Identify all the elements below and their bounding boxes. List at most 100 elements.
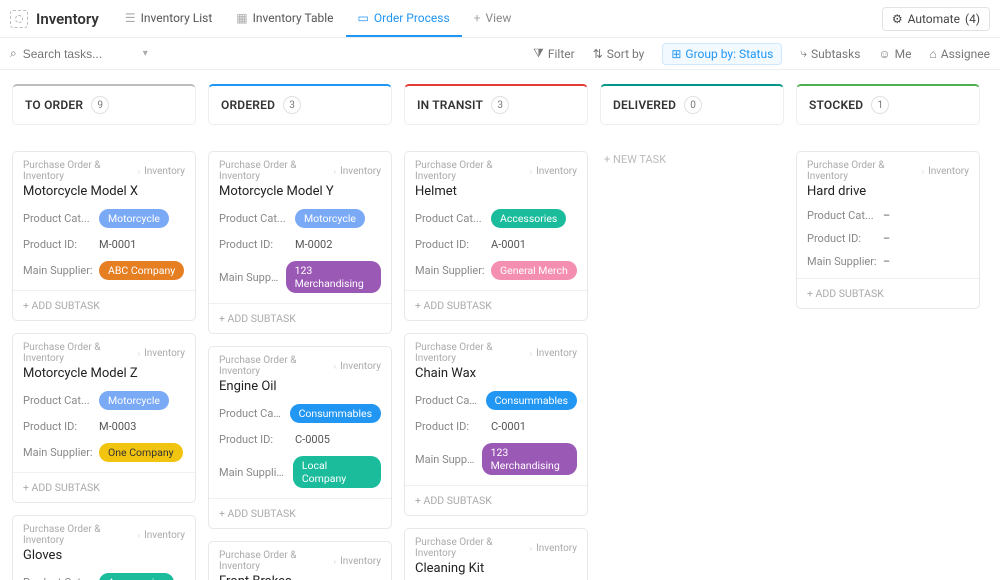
add-subtask-button[interactable]: + ADD SUBTASK — [405, 485, 587, 515]
supplier-tag[interactable]: ABC Company — [99, 261, 184, 280]
field-value: – — [883, 232, 890, 245]
add-subtask-button[interactable]: + ADD SUBTASK — [797, 278, 979, 308]
task-card[interactable]: Purchase Order & Inventory›Inventory Glov… — [12, 515, 196, 580]
breadcrumb: Purchase Order & Inventory›Inventory — [23, 524, 185, 546]
breadcrumb: Purchase Order & Inventory›Inventory — [415, 160, 577, 182]
new-task-button[interactable]: + NEW TASK — [600, 147, 784, 172]
supplier-tag[interactable]: General Merch — [491, 261, 577, 280]
card-title: Hard drive — [807, 184, 969, 199]
filter-icon: ⧩ — [533, 46, 544, 61]
supplier-tag[interactable]: 123 Merchandising — [286, 261, 381, 293]
field-label: Main Supplier: — [23, 264, 93, 277]
task-card[interactable]: Purchase Order & Inventory›Inventory Hard… — [796, 151, 980, 309]
search-input[interactable] — [23, 47, 133, 61]
supplier-tag[interactable]: One Company — [99, 443, 183, 462]
card-title: Motorcycle Model X — [23, 184, 185, 199]
groupby-label: Group by: Status — [685, 47, 773, 61]
breadcrumb: Purchase Order & Inventory›Inventory — [415, 342, 577, 364]
field-label: Main Supplier: — [415, 453, 476, 466]
field-value: – — [883, 209, 890, 222]
category-tag[interactable]: Motorcycle — [99, 391, 169, 410]
groupby-button[interactable]: ⊞ Group by: Status — [662, 43, 782, 65]
field-label: Product Cat... — [23, 394, 93, 407]
field-label: Product Cat... — [415, 212, 485, 225]
add-subtask-button[interactable]: + ADD SUBTASK — [209, 303, 391, 333]
column-header[interactable]: ORDERED3 — [208, 84, 392, 125]
card-title: Helmet — [415, 184, 577, 199]
breadcrumb: Purchase Order & Inventory›Inventory — [219, 160, 381, 182]
task-card[interactable]: Purchase Order & Inventory›InventoryClea… — [404, 528, 588, 580]
field-label: Product ID: — [415, 238, 485, 251]
person-icon: ☺ — [878, 47, 890, 61]
task-card[interactable]: Purchase Order & Inventory›InventoryChai… — [404, 333, 588, 516]
task-card[interactable]: Purchase Order & Inventory›Inventory Helm… — [404, 151, 588, 321]
add-view-button[interactable]: + View — [462, 1, 524, 37]
column-header[interactable]: STOCKED 1 — [796, 84, 980, 125]
task-card[interactable]: Purchase Order & Inventory›InventoryFron… — [208, 541, 392, 580]
card-title: Gloves — [23, 548, 185, 563]
column-header[interactable]: DELIVERED0 — [600, 84, 784, 125]
board-icon: ▭ — [358, 11, 369, 25]
robot-icon: ⚙ — [892, 12, 903, 26]
category-tag[interactable]: Motorcycle — [99, 209, 169, 228]
search-wrap[interactable]: ⌕ ▾ — [10, 46, 148, 61]
folder-icon — [10, 10, 28, 28]
field-label: Product ID: — [219, 238, 289, 251]
task-card[interactable]: Purchase Order & Inventory›InventoryMoto… — [12, 333, 196, 503]
table-icon: ▦ — [236, 11, 247, 25]
tab-inventory-table[interactable]: ▦ Inventory Table — [224, 1, 345, 37]
field-label: Main Supplier: — [23, 446, 93, 459]
add-subtask-button[interactable]: + ADD SUBTASK — [209, 498, 391, 528]
subtasks-button[interactable]: ⤷ Subtasks — [800, 46, 860, 61]
automate-button[interactable]: ⚙ Automate (4) — [882, 7, 990, 31]
category-tag[interactable]: Accessories — [99, 573, 174, 580]
me-button[interactable]: ☺ Me — [878, 47, 911, 61]
column-name: STOCKED — [809, 98, 863, 112]
category-tag[interactable]: Accessories — [491, 209, 566, 228]
column-name: TO ORDER — [25, 98, 83, 112]
sortby-label: Sort by — [607, 47, 645, 61]
column-count: 9 — [91, 96, 109, 114]
add-subtask-button[interactable]: + ADD SUBTASK — [405, 290, 587, 320]
plus-icon: + — [474, 11, 481, 25]
supplier-tag[interactable]: 123 Merchandising — [482, 443, 577, 475]
column-name: IN TRANSIT — [417, 98, 483, 112]
filter-button[interactable]: ⧩ Filter — [533, 46, 575, 61]
supplier-tag[interactable]: Local Company — [293, 456, 381, 488]
card-title: Motorcycle Model Y — [219, 184, 381, 199]
automate-count: (4) — [965, 12, 980, 26]
field-label: Product Cat... — [219, 212, 289, 225]
tab-order-process[interactable]: ▭ Order Process — [346, 1, 462, 37]
add-subtask-button[interactable]: + ADD SUBTASK — [13, 290, 195, 320]
field-label: Main Supplier: — [219, 271, 280, 284]
tab-inventory-list[interactable]: ☰ Inventory List — [113, 1, 224, 37]
category-tag[interactable]: Consummables — [290, 404, 381, 423]
category-tag[interactable]: Motorcycle — [295, 209, 365, 228]
group-icon: ⊞ — [671, 47, 681, 61]
task-card[interactable]: Purchase Order & Inventory›InventoryEngi… — [208, 346, 392, 529]
field-label: Product Cat... — [23, 576, 93, 580]
assignee-button[interactable]: ⌂ Assignee — [930, 47, 990, 61]
card-title: Front Brakes — [219, 574, 381, 580]
card-title: Cleaning Kit — [415, 561, 577, 576]
search-icon: ⌕ — [10, 46, 17, 61]
field-label: Product Cat... — [219, 407, 284, 420]
field-label: Product ID: — [219, 433, 289, 446]
breadcrumb: Purchase Order & Inventory›Inventory — [807, 160, 969, 182]
assignee-label: Assignee — [941, 47, 990, 61]
page-title: Inventory — [36, 10, 99, 28]
automate-label: Automate — [908, 12, 960, 26]
sortby-button[interactable]: ⇅ Sort by — [593, 47, 645, 61]
task-card[interactable]: Purchase Order & Inventory›InventoryMoto… — [12, 151, 196, 321]
column-count: 1 — [871, 96, 889, 114]
field-label: Main Supplier: — [219, 466, 287, 479]
task-card[interactable]: Purchase Order & Inventory›Inventory Moto… — [208, 151, 392, 334]
subtasks-label: Subtasks — [811, 47, 860, 61]
category-tag[interactable]: Consummables — [486, 391, 577, 410]
field-value: – — [883, 255, 890, 268]
chevron-down-icon[interactable]: ▾ — [143, 48, 148, 59]
add-subtask-button[interactable]: + ADD SUBTASK — [13, 472, 195, 502]
card-title: Engine Oil — [219, 379, 381, 394]
column-header[interactable]: IN TRANSIT3 — [404, 84, 588, 125]
column-header[interactable]: TO ORDER 9 — [12, 84, 196, 125]
